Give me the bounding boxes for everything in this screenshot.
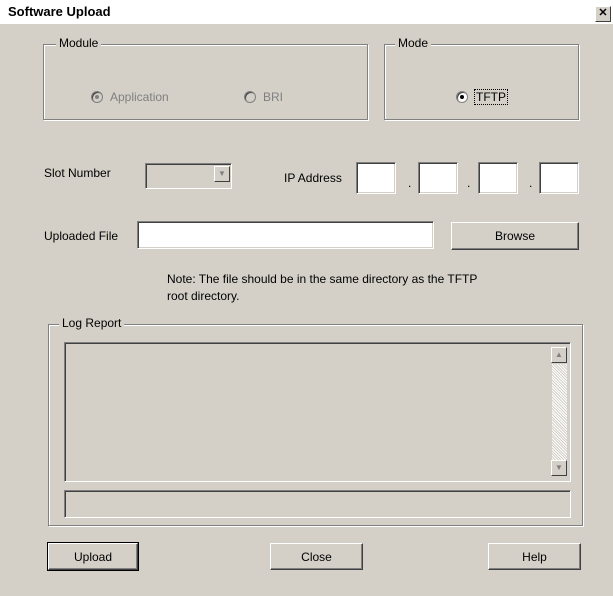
slot-number-select[interactable]: ▼ <box>145 163 232 189</box>
bri-label: BRI <box>263 90 284 104</box>
radio-dot <box>95 95 99 99</box>
note-text-line2: root directory. <box>167 289 240 303</box>
uploaded-file-label: Uploaded File <box>44 229 119 243</box>
title-bar: Software Upload ✕ <box>0 0 613 24</box>
log-report-legend: Log Report <box>59 316 125 330</box>
ip-address-label: IP Address <box>284 171 342 185</box>
tftp-radio[interactable] <box>456 91 468 103</box>
scroll-up-icon[interactable]: ▲ <box>551 347 567 363</box>
ip-separator: . <box>408 176 412 190</box>
application-label: Application <box>110 90 169 104</box>
ip-octet-4-input[interactable] <box>539 162 579 194</box>
upload-button[interactable]: Upload <box>47 542 139 571</box>
window-title: Software Upload <box>8 4 111 19</box>
log-report-textarea[interactable]: ▲ ▼ <box>64 342 571 482</box>
tftp-label: TFTP <box>474 89 508 105</box>
dialog-window: Software Upload ✕ Module Application BRI… <box>0 0 613 596</box>
note-text-line1: Note: The file should be in the same dir… <box>167 272 478 286</box>
chevron-down-icon[interactable]: ▼ <box>214 166 230 182</box>
application-radio[interactable] <box>91 91 103 103</box>
scrollbar-track[interactable] <box>552 364 567 460</box>
bri-radio[interactable] <box>244 91 256 103</box>
scroll-down-icon[interactable]: ▼ <box>551 460 567 476</box>
browse-button[interactable]: Browse <box>451 222 579 250</box>
mode-group: Mode <box>384 36 579 120</box>
help-button[interactable]: Help <box>488 543 581 570</box>
ip-octet-3-input[interactable] <box>478 162 518 194</box>
ip-separator: . <box>467 176 471 190</box>
uploaded-file-input[interactable] <box>137 221 434 249</box>
log-status-field <box>64 490 571 518</box>
module-legend: Module <box>56 36 102 50</box>
ip-separator: . <box>529 176 533 190</box>
ip-octet-1-input[interactable] <box>356 162 396 194</box>
radio-dot <box>460 95 464 99</box>
mode-legend: Mode <box>395 36 432 50</box>
module-group: Module <box>43 36 368 120</box>
close-button[interactable]: Close <box>270 543 363 570</box>
ip-octet-2-input[interactable] <box>418 162 458 194</box>
slot-number-label: Slot Number <box>44 166 111 180</box>
close-icon[interactable]: ✕ <box>595 6 611 22</box>
